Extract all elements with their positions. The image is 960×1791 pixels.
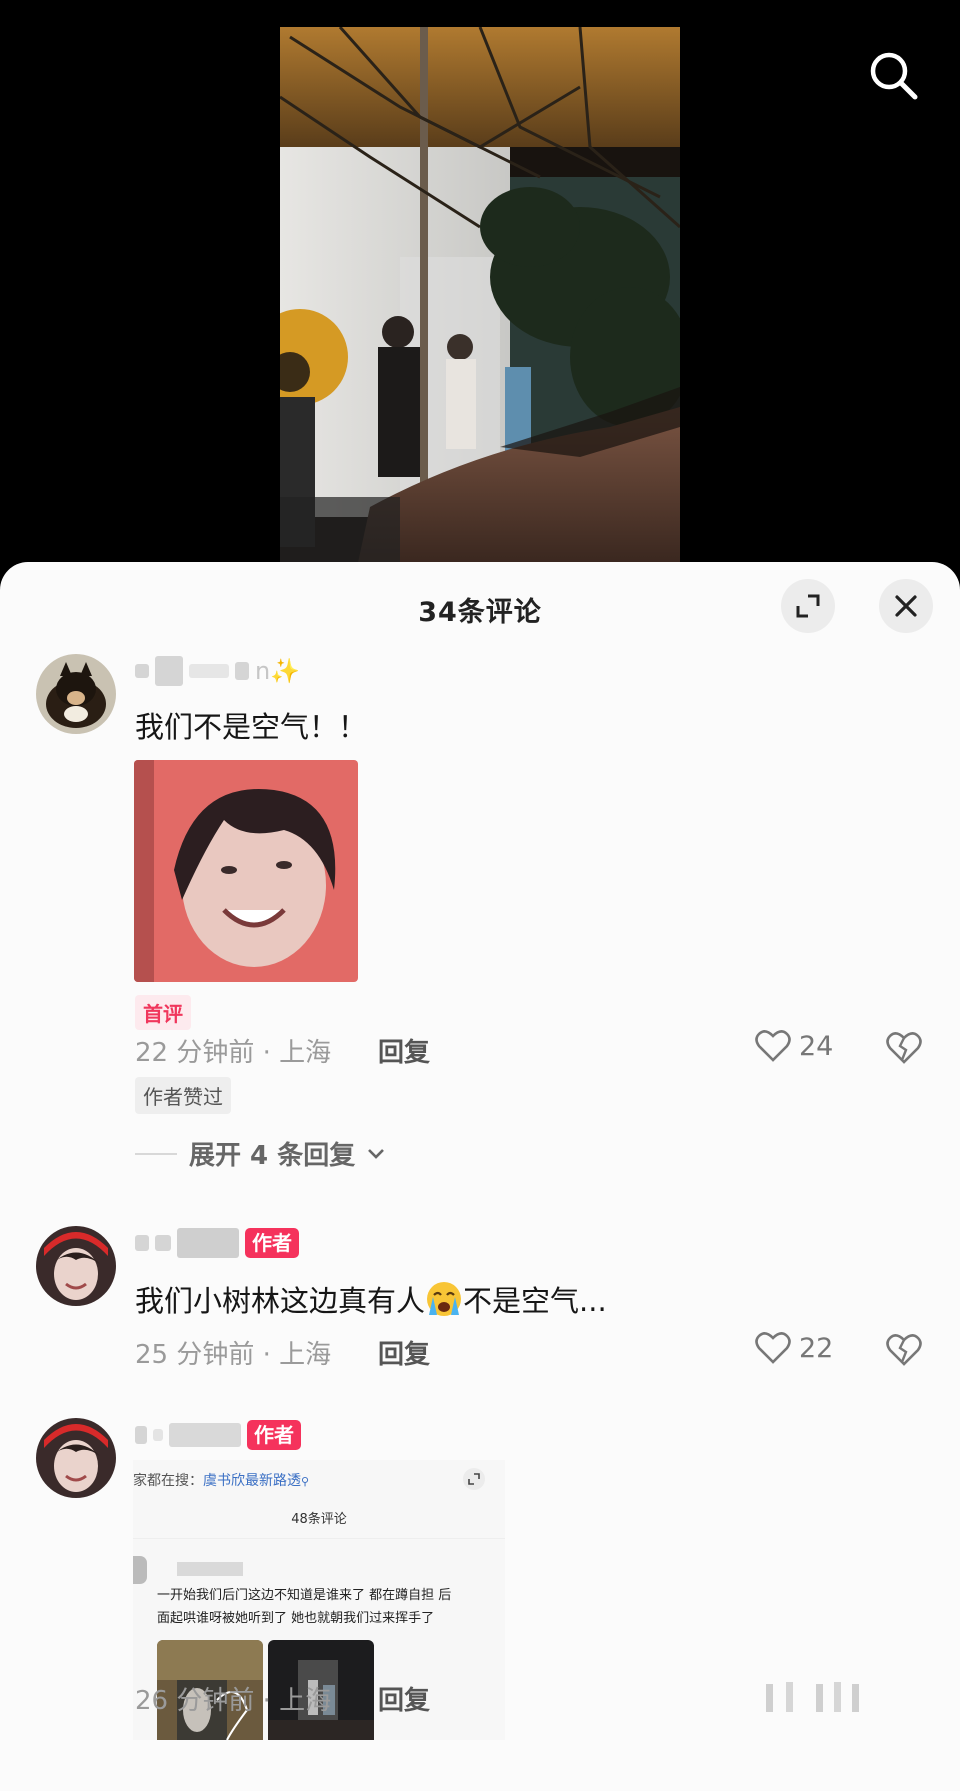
- video-frame[interactable]: [280, 27, 680, 600]
- expand-replies-label: 展开 4 条回复: [189, 1141, 356, 1171]
- nested-divider: [133, 1538, 505, 1539]
- comment-text-part: 我们小树林这边真有人: [135, 1284, 426, 1318]
- blurred-name-part: [135, 1426, 147, 1444]
- crying-emoji-icon: [427, 1282, 462, 1316]
- nested-expand-glyph: [468, 1473, 480, 1485]
- blurred-name-part: [177, 1228, 239, 1258]
- nested-avatar: [133, 1556, 147, 1584]
- like-count: 24: [799, 1030, 834, 1062]
- avatar[interactable]: [36, 1226, 116, 1306]
- comment-location: 上海: [279, 1686, 332, 1716]
- reply-button[interactable]: 回复: [378, 1032, 430, 1069]
- heart-icon: [755, 1030, 791, 1062]
- comment-text-part: 不是空气...: [463, 1284, 607, 1318]
- nested-comment-line1: 一开始我们后门这边不知道是谁来了 都在蹲自担 后: [157, 1588, 452, 1603]
- username[interactable]: 作者: [135, 1226, 299, 1260]
- username[interactable]: n✨: [135, 654, 300, 688]
- watermark-bars-image: [766, 1682, 859, 1712]
- avatar[interactable]: [36, 1418, 116, 1498]
- first-comment-tag: 首评: [135, 995, 191, 1030]
- comment-meta: 26 分钟前 · 上海: [135, 1680, 331, 1717]
- comment-sheet: 34条评论 n✨ 我们不是空气！！ 首评 22 分钟前 · 上海 回复 24 作…: [0, 562, 960, 1791]
- blurred-name-part: [189, 664, 229, 678]
- close-icon: [895, 595, 917, 617]
- expand-icon: [796, 594, 820, 618]
- comment-location: 上海: [279, 1038, 332, 1068]
- heart-icon: [755, 1332, 791, 1364]
- blurred-name-part: [153, 1429, 163, 1441]
- username[interactable]: 作者: [135, 1418, 301, 1452]
- reply-button[interactable]: 回复: [378, 1334, 430, 1371]
- chevron-down-icon: [368, 1148, 385, 1159]
- dog-avatar-image: [36, 654, 116, 734]
- search-button[interactable]: [866, 48, 922, 104]
- nested-blurred-name: [177, 1562, 243, 1576]
- nested-search-prefix: 家都在搜：: [133, 1473, 203, 1489]
- like-count: 22: [799, 1332, 834, 1364]
- broken-heart-icon: [886, 1032, 922, 1064]
- expand-replies-button[interactable]: 展开 4 条回复: [135, 1135, 385, 1172]
- comment-time: 25 分钟前: [135, 1340, 255, 1370]
- blurred-name-part: [155, 656, 183, 686]
- blurred-name-part: [169, 1423, 241, 1447]
- comment-time: 22 分钟前: [135, 1038, 255, 1068]
- comment-text: 我们不是空气！！: [135, 710, 368, 744]
- author-badge: 作者: [245, 1228, 299, 1258]
- sticker-face-image: [134, 760, 358, 982]
- comment-location: 上海: [279, 1340, 332, 1370]
- nested-search-link: 虞书欣最新路透: [203, 1473, 301, 1489]
- dislike-button[interactable]: [886, 1031, 922, 1069]
- comment-meta: 25 分钟前 · 上海: [135, 1334, 331, 1371]
- video-player[interactable]: [0, 0, 960, 600]
- reply-button[interactable]: 回复: [378, 1680, 430, 1717]
- expand-button[interactable]: [781, 579, 835, 633]
- dislike-button[interactable]: [886, 1333, 922, 1371]
- blurred-name-part: [155, 1235, 171, 1251]
- blurred-name-part: [135, 664, 149, 678]
- nested-search-hint: 家都在搜：虞书欣最新路透⚲: [133, 1470, 309, 1490]
- comment-meta: 22 分钟前 · 上海: [135, 1032, 331, 1069]
- comment-time: 26 分钟前: [135, 1686, 255, 1716]
- comment-text: 我们小树林这边真有人 不是空气...: [135, 1278, 607, 1320]
- meta-separator: ·: [262, 1340, 280, 1370]
- search-icon: ⚲: [301, 1475, 310, 1488]
- meta-separator: ·: [262, 1686, 280, 1716]
- search-icon: [870, 52, 918, 100]
- meta-separator: ·: [262, 1038, 280, 1068]
- video-scene-image: [280, 27, 680, 600]
- avatar[interactable]: [36, 654, 116, 734]
- divider-line: [135, 1152, 177, 1155]
- username-suffix: n✨: [255, 657, 301, 685]
- like-button[interactable]: 22: [755, 1331, 833, 1365]
- blurred-name-part: [135, 1235, 149, 1251]
- user-avatar-image: [36, 1418, 116, 1498]
- user-avatar-image: [36, 1226, 116, 1306]
- author-liked-tag: 作者赞过: [135, 1077, 231, 1114]
- blurred-name-part: [235, 662, 249, 680]
- comment-image[interactable]: [134, 760, 358, 982]
- expand-icon: [463, 1468, 485, 1490]
- like-button[interactable]: 24: [755, 1029, 833, 1063]
- broken-heart-icon: [886, 1334, 922, 1366]
- nested-comment-line2: 面起哄谁呀被她听到了 她也就朝我们过来挥手了: [157, 1611, 435, 1626]
- close-button[interactable]: [879, 579, 933, 633]
- nested-comment-count: 48条评论: [291, 1512, 347, 1527]
- author-badge: 作者: [247, 1420, 301, 1450]
- watermark-icon: [764, 1680, 864, 1714]
